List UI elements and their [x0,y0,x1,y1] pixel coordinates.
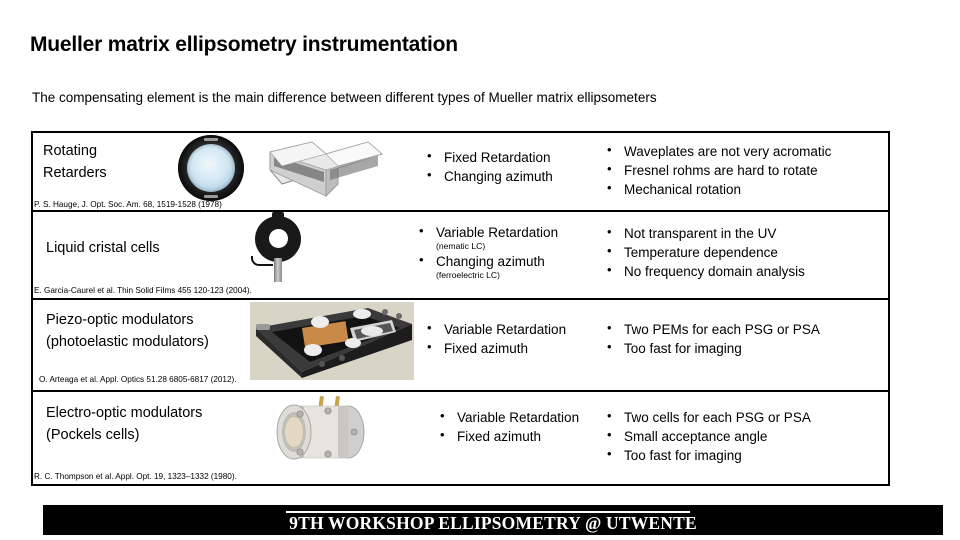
list-item: No frequency domain analysis [605,261,805,281]
drawbacks-column: Waveplates are not very acromatic Fresne… [605,141,831,199]
list-item: Variable Retardation (nematic LC) [417,222,559,252]
fresnel-rhomb-image [268,140,384,198]
list-item: Mechanical rotation [605,179,831,199]
property-text: Fixed azimuth [457,429,542,445]
drawbacks-list: Two PEMs for each PSG or PSA Too fast fo… [605,319,820,358]
row-title-line1: Electro-optic modulators [46,405,203,421]
page-title: Mueller matrix ellipsometry instrumentat… [30,33,458,56]
properties-list: Fixed Retardation Changing azimuth [425,147,553,186]
table-row: Rotating Retarders • Fixed Retardation •… [33,133,888,212]
property-text: Fixed azimuth [444,341,529,357]
row-title: Piezo-optic modulators (photoelastic mod… [46,310,209,354]
property-subtext: (ferroelectric LC) [436,270,500,281]
list-item: Too fast for imaging [605,338,820,358]
row-title-line2: (Pockels cells) [46,426,140,443]
table-row: Piezo-optic modulators (photoelastic mod… [33,300,888,392]
waveplate-mount-image [178,135,244,201]
page-subtitle: The compensating element is the main dif… [32,90,657,105]
row-title-line1: Piezo-optic modulators [46,312,194,328]
drawbacks-column: Not transparent in the UV Temperature de… [605,223,805,281]
list-item: Two cells for each PSG or PSA [605,407,811,427]
property-text: Variable Retardation [436,225,559,240]
photoelastic-modulator-image [250,302,414,380]
list-item: Too fast for imaging [605,445,811,465]
list-item: Changing azimuth (ferroelectric LC) [417,251,558,281]
list-item: Changing azimuth [425,166,553,186]
list-item: Waveplates are not very acromatic [605,141,831,161]
list-item: Fixed azimuth [438,426,579,446]
properties-list: Variable Retardation Fixed azimuth [425,319,567,358]
properties-list: Variable Retardation (nematic LC) Changi… [417,222,559,281]
pockels-cell-image [264,394,374,466]
property-text: Variable Retardation [457,410,580,425]
list-item: Variable Retardation [425,319,567,339]
list-item: Small acceptance angle [605,426,811,446]
drawbacks-list: Two cells for each PSG or PSA Small acce… [605,407,811,465]
property-text: Variable Retardation [444,322,567,337]
properties-column: Variable Retardation Fixed azimuth [438,407,580,446]
drawbacks-list: Not transparent in the UV Temperature de… [605,223,805,281]
row-title-line2: (photoelastic modulators) [46,333,209,350]
property-subtext: (nematic LC) [436,241,486,252]
row-citation: P. S. Hauge, J. Opt. Soc. Am. 68, 1519-1… [34,200,222,209]
row-title: Electro-optic modulators (Pockels cells) [46,403,202,447]
row-title-line1: Rotating [43,143,98,159]
drawbacks-column: Two PEMs for each PSG or PSA Too fast fo… [605,319,820,358]
lc-cable [251,256,273,266]
list-item: Two PEMs for each PSG or PSA [605,319,820,339]
properties-list: Variable Retardation Fixed azimuth [438,407,580,446]
row-citation: R. C. Thompson et al. Appl. Opt. 19, 132… [34,472,237,481]
property-text: Changing azimuth [444,169,553,185]
waveplate-tick-top [204,138,218,141]
list-item: Fresnel rohms are hard to rotate [605,160,831,180]
row-title-line2: Retarders [43,164,107,181]
lc-mount-post [274,258,282,282]
liquid-crystal-cell-image [247,212,309,282]
property-text: Fixed Retardation [444,150,551,165]
property-text: Changing azimuth [436,254,545,270]
properties-column: Variable Retardation Fixed azimuth [425,319,567,358]
list-item: Temperature dependence [605,242,805,262]
list-item: Fixed azimuth [425,338,566,358]
row-title: Rotating Retarders [43,141,107,185]
properties-column: Fixed Retardation Changing azimuth [425,147,553,186]
row-citation: E. Garcia-Caurel et al. Thin Solid Films… [34,286,252,295]
footer-title: 9TH WORKSHOP ELLIPSOMETRY @ UTWENTE [289,513,697,533]
drawbacks-list: Waveplates are not very acromatic Fresne… [605,141,831,199]
table-row: Electro-optic modulators (Pockels cells) [33,392,888,484]
list-item: Not transparent in the UV [605,223,805,243]
slide: Mueller matrix ellipsometry instrumentat… [0,0,960,540]
row-citation: O. Arteaga et al. Appl. Optics 51.28 680… [39,375,237,384]
table-row: Liquid cristal cells Variable Retardatio… [33,212,888,300]
drawbacks-column: Two cells for each PSG or PSA Small acce… [605,407,811,465]
waveplate-tick-bottom [204,195,218,198]
list-item: Fixed Retardation [425,147,553,167]
list-item: Variable Retardation [438,407,580,427]
row-title: Liquid cristal cells [46,238,160,260]
properties-column: Variable Retardation (nematic LC) Changi… [417,222,559,281]
row-title-line1: Liquid cristal cells [46,240,160,256]
instrumentation-table: Rotating Retarders • Fixed Retardation •… [31,131,890,486]
